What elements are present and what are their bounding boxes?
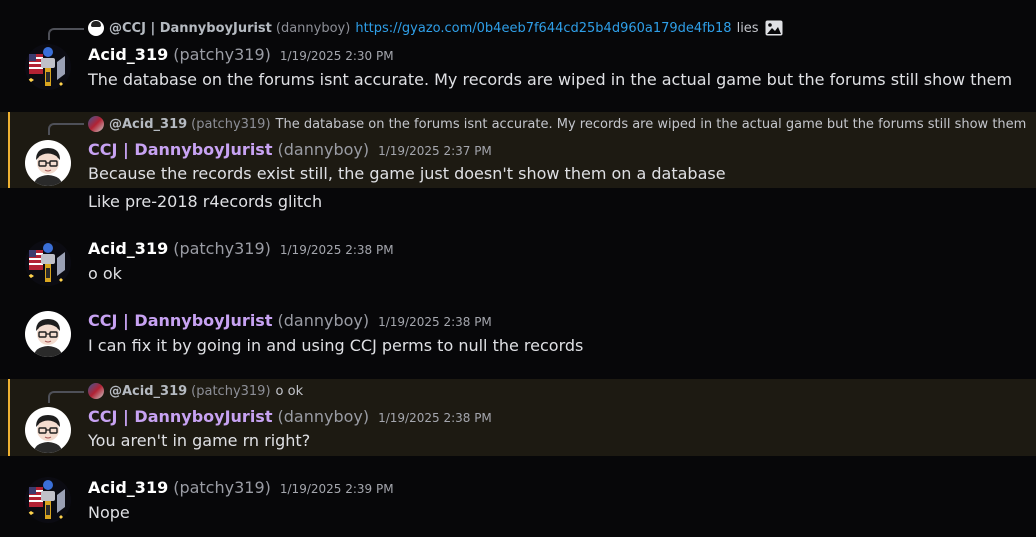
- author-username: (patchy319): [173, 239, 271, 258]
- reply-preview[interactable]: @Acid_319 (patchy319) o ok: [88, 381, 303, 401]
- message-text: Like pre-2018 r4ecords glitch: [88, 192, 323, 211]
- message-header: CCJ | DannyboyJurist (dannyboy) 1/19/202…: [88, 311, 492, 335]
- reply-preview[interactable]: @Acid_319 (patchy319) The database on th…: [88, 114, 1026, 134]
- reply-author[interactable]: @Acid_319: [109, 384, 187, 399]
- message-3: Acid_319 (patchy319) 1/19/2025 2:38 PM o…: [0, 236, 1036, 292]
- flag-crest-avatar-icon: [25, 44, 71, 90]
- author-username: (patchy319): [173, 478, 271, 497]
- reply-preview[interactable]: @CCJ | DannyboyJurist (dannyboy) https:/…: [88, 18, 783, 38]
- reply-text: The database on the forums isnt accurate…: [275, 116, 1027, 132]
- reply-avatar: [88, 20, 104, 36]
- message-header: Acid_319 (patchy319) 1/19/2025 2:38 PM: [88, 239, 394, 263]
- reply-username: (patchy319): [191, 383, 271, 399]
- reply-text: lies: [736, 20, 759, 36]
- message-text: Because the records exist still, the gam…: [88, 164, 726, 183]
- flag-crest-avatar-icon: [25, 240, 71, 286]
- author-username: (dannyboy): [277, 140, 370, 159]
- flag-crest-avatar-icon: [25, 477, 71, 523]
- author-name[interactable]: CCJ | DannyboyJurist: [88, 140, 272, 159]
- author-name[interactable]: Acid_319: [88, 45, 168, 64]
- message-header: Acid_319 (patchy319) 1/19/2025 2:39 PM: [88, 478, 394, 502]
- author-username: (dannyboy): [277, 311, 370, 330]
- message-header: CCJ | DannyboyJurist (dannyboy) 1/19/202…: [88, 140, 492, 164]
- message-1: @CCJ | DannyboyJurist (dannyboy) https:/…: [0, 14, 1036, 98]
- reply-avatar: [88, 383, 104, 399]
- timestamp[interactable]: 1/19/2025 2:38 PM: [378, 411, 492, 425]
- reply-username: (dannyboy): [275, 20, 351, 36]
- message-header: CCJ | DannyboyJurist (dannyboy) 1/19/202…: [88, 407, 492, 431]
- message-4: CCJ | DannyboyJurist (dannyboy) 1/19/202…: [0, 308, 1036, 364]
- avatar-danny[interactable]: [25, 140, 71, 186]
- message-2: @Acid_319 (patchy319) The database on th…: [0, 112, 1036, 188]
- timestamp[interactable]: 1/19/2025 2:30 PM: [280, 49, 394, 63]
- message-text: You aren't in game rn right?: [88, 431, 311, 450]
- timestamp[interactable]: 1/19/2025 2:38 PM: [378, 315, 492, 329]
- message-2-continuation: Like pre-2018 r4ecords glitch: [0, 188, 1036, 216]
- reply-username: (patchy319): [191, 116, 271, 132]
- author-username: (dannyboy): [277, 407, 370, 426]
- author-name[interactable]: CCJ | DannyboyJurist: [88, 407, 272, 426]
- reply-author[interactable]: @Acid_319: [109, 117, 187, 132]
- message-5: @Acid_319 (patchy319) o ok CCJ | Dannybo…: [0, 379, 1036, 456]
- message-text: Nope: [88, 503, 130, 522]
- author-username: (patchy319): [173, 45, 271, 64]
- glasses-boy-avatar-icon: [25, 311, 71, 357]
- avatar-danny[interactable]: [25, 311, 71, 357]
- timestamp[interactable]: 1/19/2025 2:39 PM: [280, 482, 394, 496]
- avatar-danny[interactable]: [25, 407, 71, 453]
- reply-text: o ok: [275, 383, 304, 399]
- message-6: Acid_319 (patchy319) 1/19/2025 2:39 PM N…: [0, 474, 1036, 534]
- timestamp[interactable]: 1/19/2025 2:37 PM: [378, 144, 492, 158]
- reply-author[interactable]: @CCJ | DannyboyJurist: [109, 21, 272, 36]
- message-header: Acid_319 (patchy319) 1/19/2025 2:30 PM: [88, 45, 394, 69]
- timestamp[interactable]: 1/19/2025 2:38 PM: [280, 243, 394, 257]
- avatar-acid[interactable]: [25, 44, 71, 90]
- author-name[interactable]: Acid_319: [88, 478, 168, 497]
- message-text: I can fix it by going in and using CCJ p…: [88, 336, 584, 355]
- author-name[interactable]: Acid_319: [88, 239, 168, 258]
- glasses-boy-avatar-icon: [25, 407, 71, 453]
- reply-link[interactable]: https://gyazo.com/0b4eeb7f644cd25b4d960a…: [355, 21, 731, 36]
- message-text: The database on the forums isnt accurate…: [88, 70, 1013, 89]
- message-text: o ok: [88, 264, 122, 283]
- image-icon: [765, 20, 783, 36]
- reply-avatar: [88, 116, 104, 132]
- avatar-acid[interactable]: [25, 477, 71, 523]
- glasses-boy-avatar-icon: [25, 140, 71, 186]
- avatar-acid[interactable]: [25, 240, 71, 286]
- author-name[interactable]: CCJ | DannyboyJurist: [88, 311, 272, 330]
